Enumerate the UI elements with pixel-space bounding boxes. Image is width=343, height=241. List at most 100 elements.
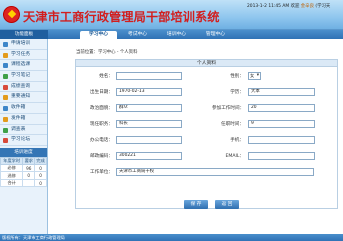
sidebar-item-label: 重要通知 bbox=[11, 94, 31, 100]
forum-icon bbox=[3, 138, 8, 144]
sidebar-item-label: 学习笔记 bbox=[11, 73, 31, 79]
site-title: 天津市工商行政管理局干部培训系统 bbox=[23, 10, 220, 24]
education-field[interactable]: 大本 bbox=[248, 88, 315, 96]
survey-icon bbox=[3, 127, 8, 133]
user-bar: 2013-1-2 11:45 AM 欢迎 金辛良 (学习天 bbox=[247, 3, 330, 9]
postcode-label: 邮政编码： bbox=[90, 154, 113, 159]
form-row: 办公电话： 手机： bbox=[76, 133, 339, 147]
office-phone-field[interactable] bbox=[116, 136, 182, 144]
current-time-field[interactable]: 9 bbox=[248, 120, 315, 128]
work-start-label: 参加工作时间： bbox=[212, 106, 245, 111]
breadcrumb: 当前位置：学习中心 - 个人资料 bbox=[76, 50, 138, 55]
sidebar-item-study-tasks[interactable]: 学习任务 bbox=[0, 50, 47, 61]
user-prefix: 欢迎 bbox=[290, 4, 300, 9]
stats-header: 要求 bbox=[22, 156, 36, 165]
score-icon bbox=[3, 84, 8, 90]
birthday-field[interactable]: 1970-02-13 bbox=[116, 88, 182, 96]
name-field[interactable] bbox=[116, 72, 182, 80]
sidebar-item-label: 成绩查询 bbox=[11, 83, 31, 89]
stats-title: 培训进度 bbox=[0, 147, 47, 157]
form-row: 政治面貌： 群众 参加工作时间： 20 bbox=[76, 101, 339, 115]
mobile-field[interactable] bbox=[248, 136, 315, 144]
sidebar-item-survey[interactable]: 调查表 bbox=[0, 125, 47, 136]
sidebar-item-label: 学习任务 bbox=[11, 51, 31, 57]
sidebar-item-label: 申请培训 bbox=[11, 41, 31, 46]
inbox-icon bbox=[3, 106, 8, 112]
sidebar-item-outbox[interactable]: 发件箱 bbox=[0, 114, 47, 125]
stats-cell: 0 bbox=[34, 171, 47, 180]
stats-cell bbox=[22, 178, 36, 188]
stats-cell: 96 bbox=[22, 163, 36, 173]
stats-header: 完成 bbox=[34, 156, 47, 165]
position-field[interactable]: 科长 bbox=[116, 120, 182, 128]
form-row: 姓名： 性别： 女 bbox=[76, 69, 339, 83]
course-icon bbox=[3, 63, 8, 69]
panel-title: 个人资料 bbox=[76, 60, 337, 67]
sidebar-item-label: 学习论坛 bbox=[11, 137, 31, 143]
birthday-label: 出生日期： bbox=[90, 90, 113, 95]
sidebar-item-notices[interactable]: 重要通知 bbox=[0, 92, 47, 104]
gender-label: 性别： bbox=[230, 74, 244, 79]
position-label: 现任职务： bbox=[90, 122, 113, 127]
form-row: 工作单位： 天津市工商局干校 bbox=[76, 165, 339, 179]
sidebar: 申请培训 学习任务 课程选课 学习笔记 成绩查询 重要通知 收件箱 发件箱 调查… bbox=[0, 39, 48, 234]
note-icon bbox=[3, 74, 8, 80]
tab-study-center[interactable]: 学习中心 bbox=[80, 31, 117, 39]
save-button[interactable]: 保 存 bbox=[184, 200, 208, 209]
table-row: 选修 0 0 bbox=[0, 171, 47, 180]
sidebar-title: 功能面板 bbox=[0, 30, 48, 39]
gender-select[interactable]: 女 bbox=[248, 72, 261, 80]
mobile-label: 手机： bbox=[230, 138, 244, 143]
table-row: 必修 96 0 bbox=[0, 163, 47, 173]
stats-header: 年度学时 bbox=[0, 156, 24, 165]
sidebar-item-study-notes[interactable]: 学习笔记 bbox=[0, 71, 47, 82]
sidebar-item-label: 调查表 bbox=[11, 126, 26, 132]
main-content: 当前位置：学习中心 - 个人资料 个人资料 姓名： 性别： 女 出生日期： 19… bbox=[49, 39, 343, 234]
tab-exam-center[interactable]: 考试中心 bbox=[119, 31, 156, 39]
outbox-icon bbox=[3, 116, 8, 122]
user-name[interactable]: 金辛良 bbox=[301, 4, 314, 9]
sidebar-item-label: 发件箱 bbox=[11, 115, 26, 121]
sidebar-item-label: 课程选课 bbox=[11, 62, 31, 68]
postcode-field[interactable]: 300221 bbox=[116, 152, 182, 160]
education-label: 学历： bbox=[230, 90, 244, 95]
footer: 版权所有：天津市工商行政管理局 bbox=[0, 234, 343, 241]
sidebar-item-course-select[interactable]: 课程选课 bbox=[0, 60, 47, 72]
sidebar-item-score-query[interactable]: 成绩查询 bbox=[0, 82, 47, 93]
header-banner: 天津市工商行政管理局干部培训系统 2013-1-2 11:45 AM 欢迎 金辛… bbox=[0, 0, 343, 30]
form-row: 出生日期： 1970-02-13 学历： 大本 bbox=[76, 85, 339, 99]
task-icon bbox=[3, 52, 8, 58]
user-suffix: (学习天 bbox=[315, 4, 331, 9]
email-field[interactable] bbox=[248, 152, 315, 160]
sidebar-item-inbox[interactable]: 收件箱 bbox=[0, 103, 47, 114]
table-row: 合计 0 bbox=[0, 178, 47, 188]
stats-cell: 必修 bbox=[0, 163, 24, 173]
apply-icon bbox=[3, 42, 8, 47]
sidebar-item-label: 收件箱 bbox=[11, 105, 26, 111]
stats-table: 年度学时 要求 完成 必修 96 0 选修 0 0 合计 0 bbox=[0, 156, 47, 188]
form-row: 现任职务： 科长 任职时间： 9 bbox=[76, 117, 339, 131]
work-unit-field[interactable]: 天津市工商局干校 bbox=[116, 168, 314, 176]
profile-panel: 个人资料 姓名： 性别： 女 出生日期： 1970-02-13 学历： 大本 政… bbox=[75, 59, 338, 209]
current-time-label: 任职时间： bbox=[221, 122, 244, 127]
work-unit-label: 工作单位： bbox=[90, 170, 113, 175]
emblem-logo-icon bbox=[3, 6, 20, 23]
sidebar-item-forum[interactable]: 学习论坛 bbox=[0, 135, 47, 146]
sidebar-item-apply-training[interactable]: 申请培训 bbox=[0, 39, 47, 50]
notice-icon bbox=[3, 95, 8, 101]
stats-cell: 0 bbox=[34, 163, 47, 173]
datetime: 2013-1-2 11:45 AM bbox=[247, 4, 290, 9]
form-row: 邮政编码： 300221 EMAIL： bbox=[76, 149, 339, 163]
back-button[interactable]: 返 回 bbox=[215, 200, 239, 209]
stats-cell: 合计 bbox=[0, 178, 24, 188]
stats-cell: 0 bbox=[22, 171, 36, 180]
office-phone-label: 办公电话： bbox=[90, 138, 113, 143]
work-start-field[interactable]: 20 bbox=[248, 104, 315, 112]
name-label: 姓名： bbox=[99, 74, 113, 79]
email-label: EMAIL： bbox=[225, 154, 244, 159]
tab-training-center[interactable]: 培训中心 bbox=[158, 31, 195, 39]
stats-cell: 0 bbox=[34, 178, 47, 188]
tab-admin-center[interactable]: 管理中心 bbox=[197, 31, 234, 39]
political-field[interactable]: 群众 bbox=[116, 104, 182, 112]
political-label: 政治面貌： bbox=[90, 106, 113, 111]
